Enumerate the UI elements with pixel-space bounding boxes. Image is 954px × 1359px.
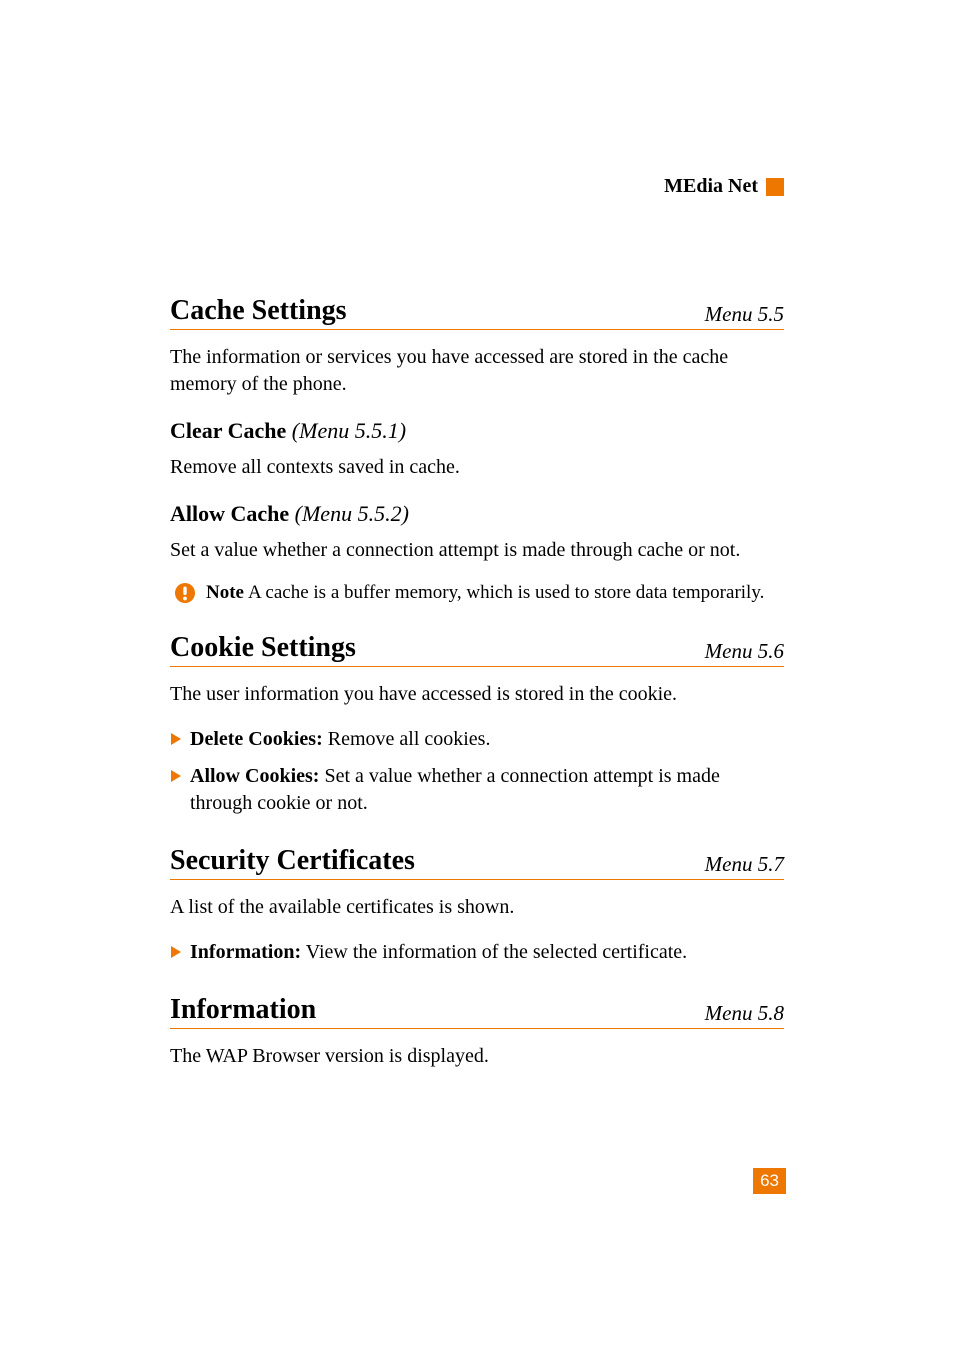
page-header: MEdia Net xyxy=(664,175,784,198)
note-label: Note xyxy=(206,582,244,603)
bullet-content: Allow Cookies: Set a value whether a con… xyxy=(190,763,784,817)
section-heading-cache: Cache Settings Menu 5.5 xyxy=(170,295,784,330)
subsection-ref: (Menu 5.5.2) xyxy=(295,501,409,526)
list-item: Delete Cookies: Remove all cookies. xyxy=(170,726,784,753)
section-heading-security: Security Certificates Menu 5.7 xyxy=(170,845,784,880)
header-label: MEdia Net xyxy=(664,175,758,198)
section-intro: The information or services you have acc… xyxy=(170,344,784,398)
section-heading-cookie: Cookie Settings Menu 5.6 xyxy=(170,632,784,667)
bullet-label: Delete Cookies: xyxy=(190,728,323,750)
bullet-text: View the information of the selected cer… xyxy=(301,941,687,963)
arrow-right-icon xyxy=(170,769,182,783)
bullet-list: Information: View the information of the… xyxy=(170,939,784,966)
section-menu-ref: Menu 5.5 xyxy=(705,302,784,327)
bullet-list: Delete Cookies: Remove all cookies. Allo… xyxy=(170,726,784,817)
subsection-body: Remove all contexts saved in cache. xyxy=(170,454,784,481)
section-title: Cookie Settings xyxy=(170,632,356,664)
note-box: Note A cache is a buffer memory, which i… xyxy=(170,582,784,604)
section-title: Security Certificates xyxy=(170,845,415,877)
bullet-text: Remove all cookies. xyxy=(323,728,491,750)
list-item: Information: View the information of the… xyxy=(170,939,784,966)
arrow-right-icon xyxy=(170,732,182,746)
subsection-heading-allow-cache: Allow Cache (Menu 5.5.2) xyxy=(170,501,784,527)
subsection-body: Set a value whether a connection attempt… xyxy=(170,537,784,564)
section-menu-ref: Menu 5.6 xyxy=(705,639,784,664)
subsection-title: Clear Cache xyxy=(170,418,286,443)
page-content: Cache Settings Menu 5.5 The information … xyxy=(0,0,954,1168)
page-number: 63 xyxy=(753,1168,786,1194)
bullet-label: Information: xyxy=(190,941,301,963)
subsection-heading-clear-cache: Clear Cache (Menu 5.5.1) xyxy=(170,418,784,444)
section-title: Cache Settings xyxy=(170,295,347,327)
section-intro: The user information you have accessed i… xyxy=(170,681,784,708)
note-icon xyxy=(174,582,196,604)
section-intro: The WAP Browser version is displayed. xyxy=(170,1043,784,1070)
section-menu-ref: Menu 5.7 xyxy=(705,852,784,877)
bullet-label: Allow Cookies: xyxy=(190,765,319,787)
arrow-right-icon xyxy=(170,945,182,959)
section-heading-information: Information Menu 5.8 xyxy=(170,994,784,1029)
subsection-ref: (Menu 5.5.1) xyxy=(292,418,406,443)
bullet-content: Delete Cookies: Remove all cookies. xyxy=(190,726,784,753)
header-square-icon xyxy=(766,178,784,196)
section-menu-ref: Menu 5.8 xyxy=(705,1001,784,1026)
section-title: Information xyxy=(170,994,316,1026)
bullet-content: Information: View the information of the… xyxy=(190,939,784,966)
subsection-title: Allow Cache xyxy=(170,501,289,526)
note-content: Note A cache is a buffer memory, which i… xyxy=(206,582,764,604)
section-intro: A list of the available certificates is … xyxy=(170,894,784,921)
note-text: A cache is a buffer memory, which is use… xyxy=(248,582,764,603)
list-item: Allow Cookies: Set a value whether a con… xyxy=(170,763,784,817)
